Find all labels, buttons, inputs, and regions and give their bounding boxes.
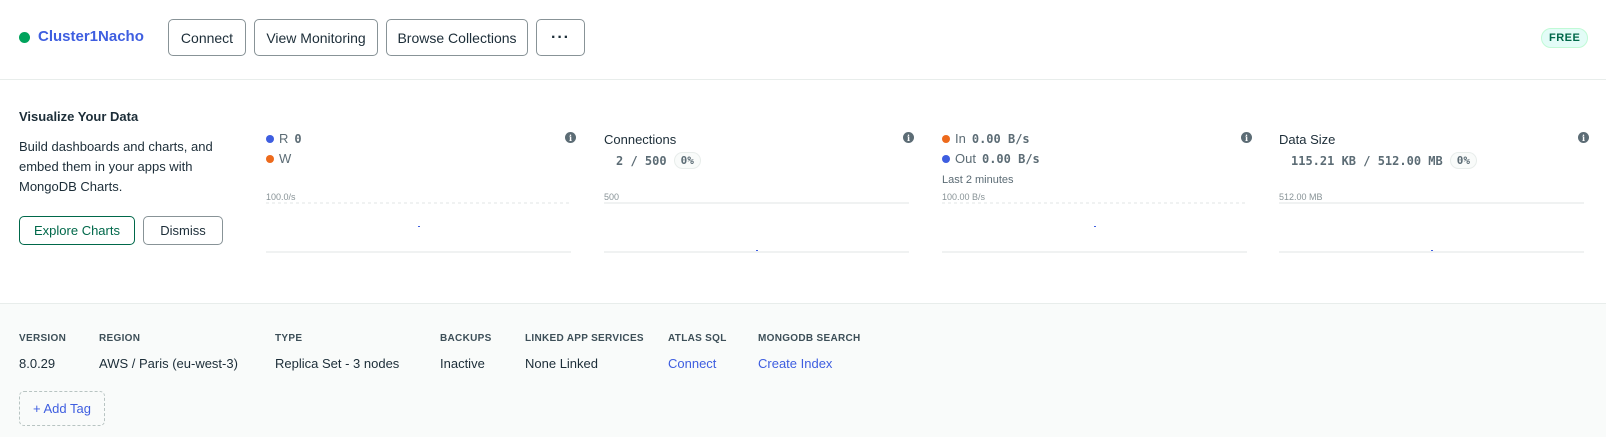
cluster-status-dot xyxy=(19,32,30,43)
browse-collections-button[interactable]: Browse Collections xyxy=(386,19,528,56)
data-point xyxy=(418,226,420,227)
region-detail: REGION AWS / Paris (eu-west-3) xyxy=(99,333,238,371)
visualize-description: Build dashboards and charts, and embed t… xyxy=(19,139,213,194)
tier-badge: FREE xyxy=(1541,28,1589,48)
in-dot xyxy=(942,134,950,143)
backups-label: BACKUPS xyxy=(440,333,492,344)
linked-app-services-label: LINKED APP SERVICES xyxy=(525,333,644,344)
data-size-value: 115.21 KB / 512.00 MB xyxy=(1291,153,1443,168)
add-tag-button[interactable]: + Add Tag xyxy=(19,391,105,426)
data-size-value-row: 115.21 KB / 512.00 MB 0% xyxy=(1291,152,1477,169)
out-value: 0.00 B/s xyxy=(981,151,1040,166)
in-label: In xyxy=(955,131,966,146)
linked-app-services-detail: LINKED APP SERVICES None Linked xyxy=(525,333,644,371)
in-value: 0.00 B/s xyxy=(971,131,1030,146)
read-dot xyxy=(266,134,274,143)
connections-sparkline xyxy=(604,202,909,253)
version-detail: VERSION 8.0.29 xyxy=(19,333,66,371)
data-point xyxy=(756,250,758,251)
info-icon[interactable]: i xyxy=(565,132,576,143)
cluster-metrics-section: Visualize Your Data Build dashboards and… xyxy=(0,81,1606,303)
data-size-sparkline xyxy=(1279,202,1584,253)
data-point xyxy=(1431,250,1433,251)
dismiss-button[interactable]: Dismiss xyxy=(143,216,223,245)
data-size-metric[interactable]: Data Size 115.21 KB / 512.00 MB 0% i 512… xyxy=(1279,81,1589,303)
view-monitoring-button[interactable]: View Monitoring xyxy=(254,19,378,56)
mongodb-search-detail: MONGODB SEARCH Create Index xyxy=(758,333,861,371)
cluster-header: Cluster1Nacho Connect View Monitoring Br… xyxy=(0,0,1606,80)
type-label: TYPE xyxy=(275,333,303,344)
network-metric[interactable]: In 0.00 B/s Out 0.00 B/s Last 2 minutes … xyxy=(942,81,1252,303)
backups-value: Inactive xyxy=(440,356,485,371)
atlas-sql-connect-link[interactable]: Connect xyxy=(668,356,727,371)
cluster-details-footer: VERSION 8.0.29 REGION AWS / Paris (eu-we… xyxy=(0,303,1606,437)
network-out-legend: Out 0.00 B/s xyxy=(942,151,1040,166)
data-size-label: Data Size xyxy=(1279,132,1336,147)
network-in-legend: In 0.00 B/s xyxy=(942,131,1030,146)
connections-value: 2 / 500 xyxy=(616,153,667,168)
data-size-percent-badge: 0% xyxy=(1449,152,1477,169)
linked-app-services-value: None Linked xyxy=(525,356,598,371)
connections-value-row: 2 / 500 0% xyxy=(616,152,701,169)
connections-label: Connections xyxy=(604,132,677,147)
connections-percent-badge: 0% xyxy=(673,152,701,169)
explore-charts-button[interactable]: Explore Charts xyxy=(19,216,135,245)
info-icon[interactable]: i xyxy=(1241,132,1252,143)
info-icon[interactable]: i xyxy=(903,132,914,143)
out-label: Out xyxy=(955,151,976,166)
network-sparkline xyxy=(942,202,1247,253)
atlas-sql-detail: ATLAS SQL Connect xyxy=(668,333,727,371)
region-label: REGION xyxy=(99,333,141,344)
write-legend: W xyxy=(266,151,291,166)
version-label: VERSION xyxy=(19,333,67,344)
type-detail: TYPE Replica Set - 3 nodes xyxy=(275,333,399,371)
write-dot xyxy=(266,154,274,163)
atlas-sql-label: ATLAS SQL xyxy=(668,333,727,344)
operations-metric[interactable]: R 0 W i 100.0/s xyxy=(266,81,576,303)
cluster-name-link[interactable]: Cluster1Nacho xyxy=(38,28,144,45)
data-point xyxy=(1094,226,1096,227)
out-dot xyxy=(942,154,950,163)
connect-button[interactable]: Connect xyxy=(168,19,246,56)
read-label: R xyxy=(279,131,289,146)
more-options-button[interactable]: ··· xyxy=(536,19,585,56)
version-value: 8.0.29 xyxy=(19,356,56,371)
operations-sparkline xyxy=(266,202,571,253)
info-icon[interactable]: i xyxy=(1578,132,1589,143)
visualize-title: Visualize Your Data xyxy=(19,109,139,124)
type-value: Replica Set - 3 nodes xyxy=(275,356,400,371)
region-value: AWS / Paris (eu-west-3) xyxy=(99,356,238,371)
connections-metric[interactable]: Connections 2 / 500 0% i 500 xyxy=(604,81,914,303)
write-label: W xyxy=(279,151,292,166)
network-time-window: Last 2 minutes xyxy=(942,174,1014,186)
mongodb-search-label: MONGODB SEARCH xyxy=(758,333,861,344)
create-index-link[interactable]: Create Index xyxy=(758,356,861,371)
backups-detail: BACKUPS Inactive xyxy=(440,333,492,371)
read-value: 0 xyxy=(294,131,302,146)
read-legend: R 0 xyxy=(266,131,302,146)
